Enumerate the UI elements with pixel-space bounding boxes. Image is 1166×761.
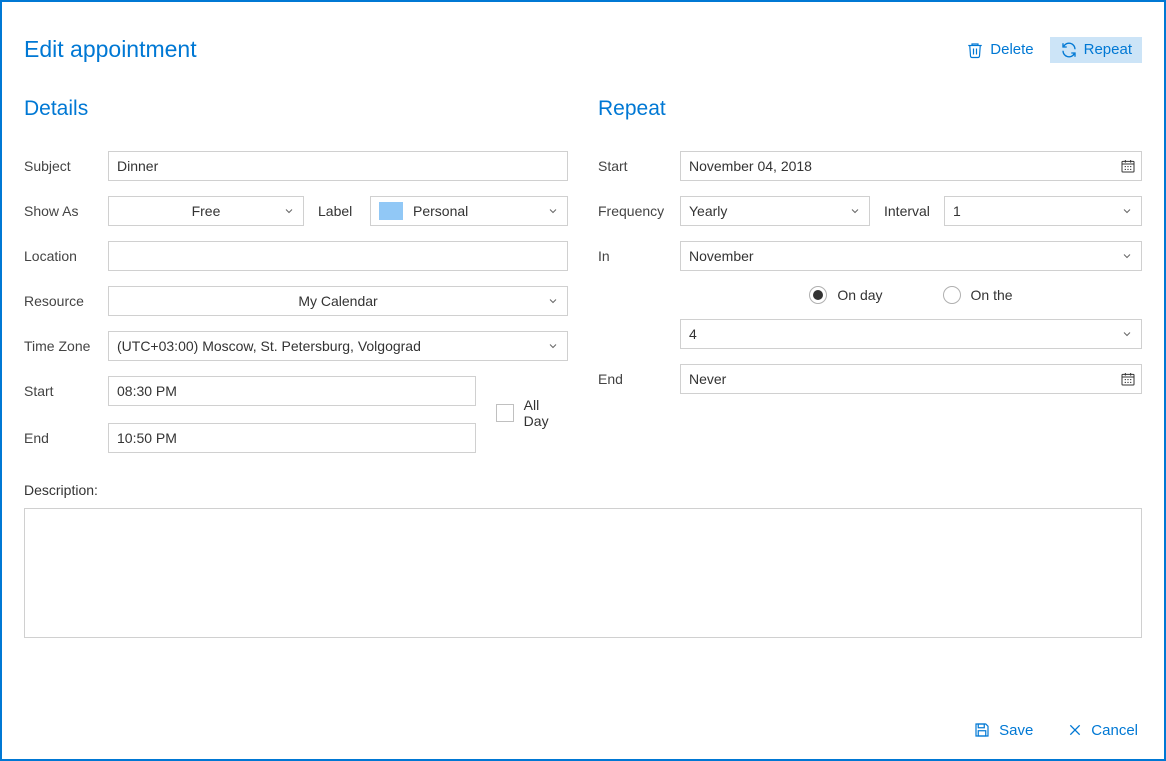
details-section: Details Subject Show As Free Label Perso… [24, 97, 568, 468]
on-day-radio[interactable]: On day [809, 286, 882, 304]
chevron-down-icon [283, 205, 295, 217]
on-day-label: On day [837, 287, 882, 303]
calendar-icon[interactable] [1120, 371, 1136, 387]
repeat-toggle-button[interactable]: Repeat [1050, 37, 1142, 63]
chevron-down-icon [547, 295, 559, 307]
repeat-start-field[interactable] [680, 151, 1142, 181]
chevron-down-icon [547, 340, 559, 352]
header-actions: Delete Repeat [956, 37, 1142, 63]
details-heading: Details [24, 97, 568, 121]
frequency-value: Yearly [689, 203, 727, 219]
timezone-select[interactable]: (UTC+03:00) Moscow, St. Petersburg, Volg… [108, 331, 568, 361]
repeat-end-label: End [598, 371, 680, 387]
end-time-input[interactable] [108, 423, 476, 453]
day-of-month-value: 4 [689, 326, 697, 342]
appointment-dialog: Edit appointment Delete [0, 0, 1166, 761]
repeat-start-label: Start [598, 158, 680, 174]
description-textarea[interactable] [24, 508, 1142, 638]
interval-select[interactable]: 1 [944, 196, 1142, 226]
description-label: Description: [24, 482, 1142, 498]
in-month-value: November [689, 248, 754, 264]
in-month-select[interactable]: November [680, 241, 1142, 271]
resource-label: Resource [24, 293, 108, 309]
on-the-label: On the [971, 287, 1013, 303]
timezone-label: Time Zone [24, 338, 108, 354]
on-day-radio-group: On day On the [680, 286, 1142, 304]
repeat-start-input[interactable] [680, 151, 1142, 181]
trash-icon [966, 41, 984, 59]
show-as-value: Free [192, 203, 221, 219]
save-icon [973, 721, 991, 739]
chevron-down-icon [1121, 328, 1133, 340]
save-button[interactable]: Save [973, 721, 1033, 739]
radio-icon [943, 286, 961, 304]
dialog-title: Edit appointment [24, 36, 197, 63]
close-icon [1067, 722, 1083, 738]
chevron-down-icon [1121, 250, 1133, 262]
subject-input[interactable] [108, 151, 568, 181]
cancel-button[interactable]: Cancel [1067, 721, 1138, 739]
day-of-month-select[interactable]: 4 [680, 319, 1142, 349]
dialog-header: Edit appointment Delete [24, 36, 1142, 63]
repeat-icon [1060, 41, 1078, 59]
save-label: Save [999, 722, 1033, 739]
repeat-heading: Repeat [598, 97, 1142, 121]
delete-label: Delete [990, 41, 1033, 58]
repeat-toggle-label: Repeat [1084, 41, 1132, 58]
end-time-label: End [24, 430, 108, 446]
chevron-down-icon [547, 205, 559, 217]
repeat-end-field[interactable] [680, 364, 1142, 394]
interval-value: 1 [953, 203, 961, 219]
frequency-label: Frequency [598, 203, 680, 219]
repeat-end-input[interactable] [680, 364, 1142, 394]
label-select[interactable]: Personal [370, 196, 568, 226]
resource-select[interactable]: My Calendar [108, 286, 568, 316]
label-caption: Label [318, 203, 370, 219]
delete-button[interactable]: Delete [956, 37, 1043, 63]
start-time-label: Start [24, 383, 108, 399]
subject-label: Subject [24, 158, 108, 174]
calendar-icon[interactable] [1120, 158, 1136, 174]
location-label: Location [24, 248, 108, 264]
chevron-down-icon [849, 205, 861, 217]
show-as-label: Show As [24, 203, 108, 219]
interval-label: Interval [884, 203, 944, 219]
label-color-swatch [379, 202, 403, 220]
cancel-label: Cancel [1091, 722, 1138, 739]
radio-icon [809, 286, 827, 304]
timezone-value: (UTC+03:00) Moscow, St. Petersburg, Volg… [117, 338, 421, 354]
frequency-select[interactable]: Yearly [680, 196, 870, 226]
start-time-input[interactable] [108, 376, 476, 406]
show-as-select[interactable]: Free [108, 196, 304, 226]
on-the-radio[interactable]: On the [943, 286, 1013, 304]
chevron-down-icon [1121, 205, 1133, 217]
repeat-section: Repeat Start Frequency Yearly [598, 97, 1142, 468]
location-input[interactable] [108, 241, 568, 271]
all-day-checkbox[interactable] [496, 404, 514, 422]
resource-value: My Calendar [298, 293, 377, 309]
label-value: Personal [413, 203, 468, 219]
dialog-footer: Save Cancel [973, 721, 1138, 739]
all-day-label: All Day [524, 397, 568, 429]
in-label: In [598, 248, 680, 264]
